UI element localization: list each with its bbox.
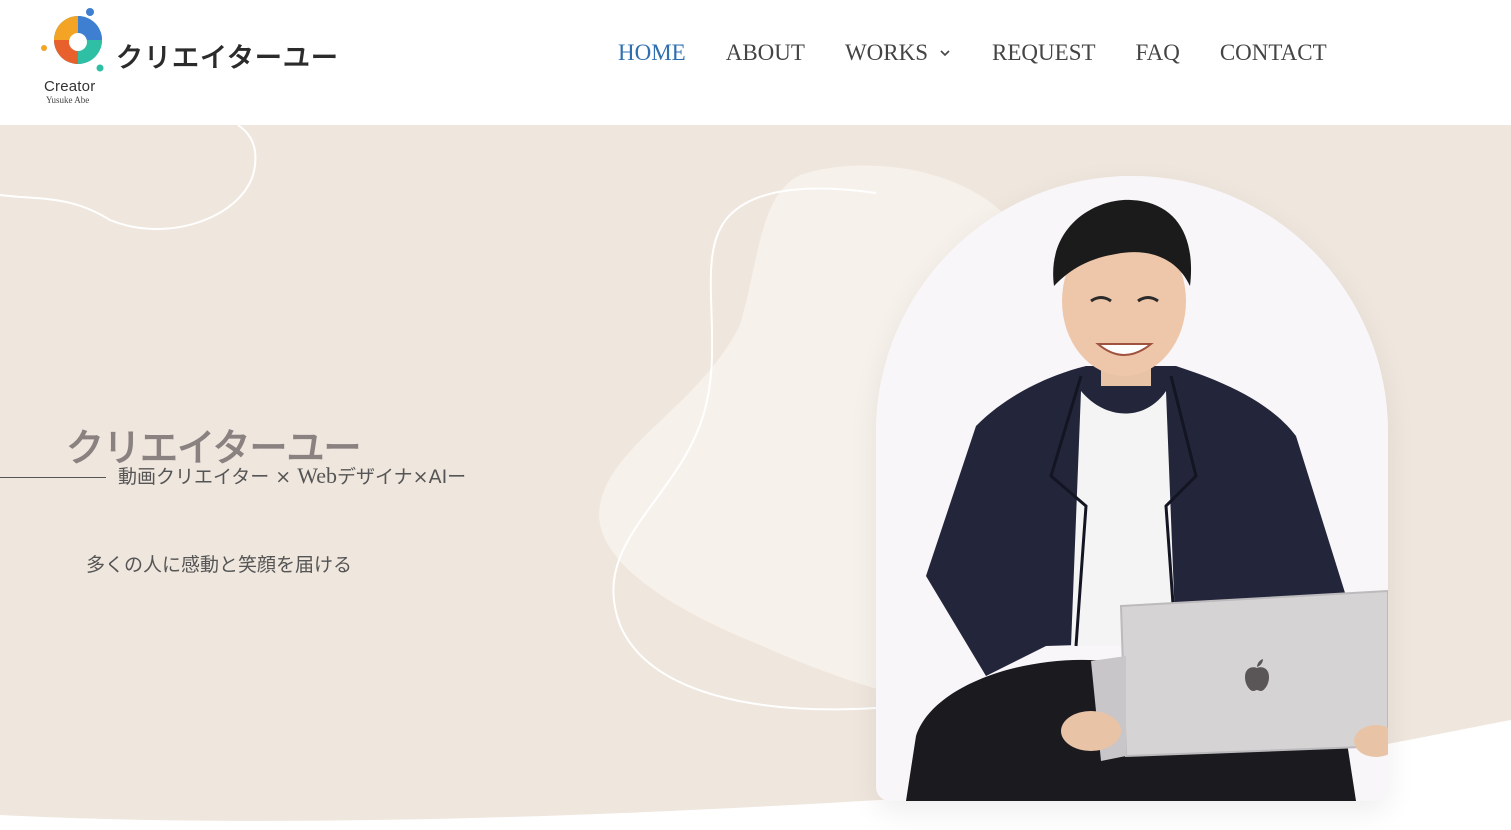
hero-subtitle: 動画クリエイター × Webデザイナ×AIー [118,462,466,489]
hero-portrait-photo [876,176,1388,801]
nav-item-label: WORKS [844,40,929,65]
logo-word: Creator [44,78,96,95]
hero-section: クリエイターユー 動画クリエイター × Webデザイナ×AIー 多くの人に感動と… [0,125,1511,830]
hero-subtitle-prefix: 動画クリエイター × [118,466,298,488]
nav-item-contact[interactable]: CONTACT [1220,40,1327,66]
hero-corner-curve [0,125,257,230]
hero-subtitle-web: Web [297,463,338,488]
nav-item-works[interactable]: WORKS [845,40,952,66]
hero-subtitle-suffix: デザイナ×AIー [337,466,467,488]
nav-item-label: HOME [618,40,686,65]
main-nav: HOME ABOUT WORKS REQUEST FAQ CONTACT [618,40,1327,66]
nav-item-label: CONTACT [1219,40,1327,65]
logo-name: クリエイターユー [116,43,339,74]
hero-divider-line [0,477,106,478]
nav-item-label: REQUEST [992,40,1096,65]
site-logo[interactable]: Creator Yusuke Abe クリエイターユー [36,6,366,110]
nav-item-faq[interactable]: FAQ [1136,40,1180,66]
nav-item-about[interactable]: ABOUT [726,40,805,66]
nav-item-label: ABOUT [725,40,805,65]
apple-logo-icon [1245,659,1269,691]
chevron-down-icon [940,50,950,57]
portrait-illustration [876,176,1388,801]
nav-item-request[interactable]: REQUEST [992,40,1096,66]
nav-item-label: FAQ [1135,40,1180,65]
nav-item-home[interactable]: HOME [618,40,686,66]
site-header: Creator Yusuke Abe クリエイターユー HOME ABOUT W… [0,0,1511,125]
logo-subtitle: Yusuke Abe [46,95,90,105]
hero-tagline: 多くの人に感動と笑顔を届ける [86,554,353,576]
logo-mark-icon [41,8,104,72]
